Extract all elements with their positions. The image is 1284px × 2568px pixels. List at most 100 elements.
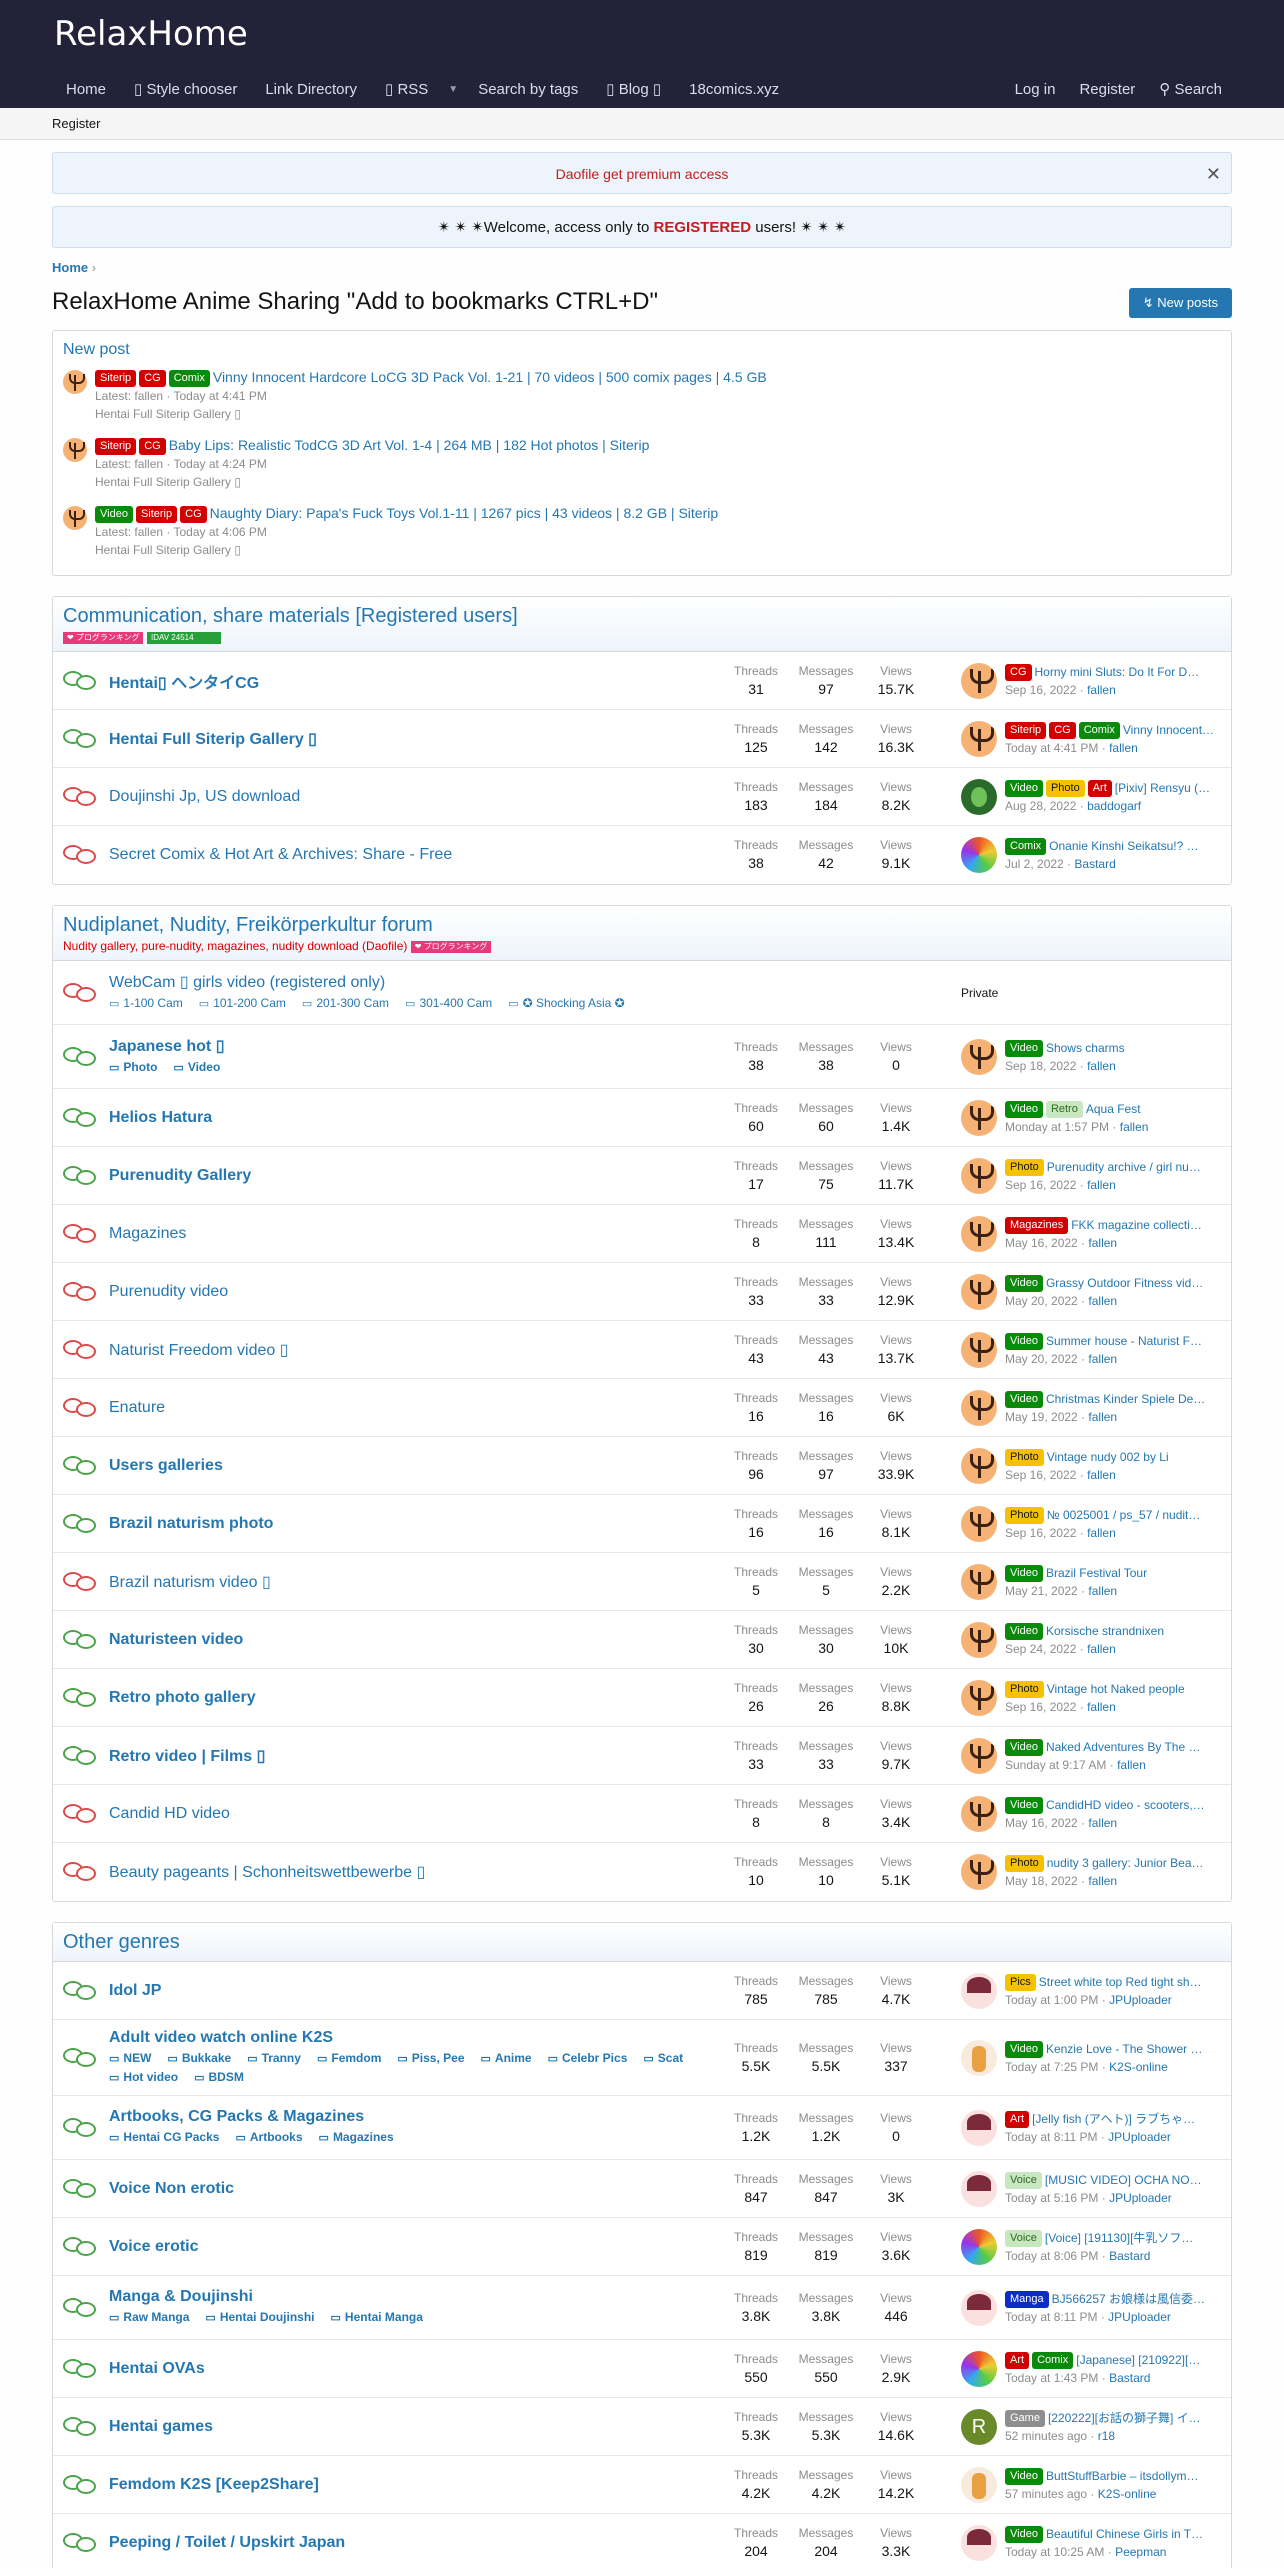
last-post-user[interactable]: fallen xyxy=(1117,1758,1146,1772)
prefix-label[interactable]: Game xyxy=(1005,2409,1045,2427)
nav-item[interactable]: Link Directory xyxy=(251,72,371,108)
last-post-date[interactable]: May 18, 2022 xyxy=(1005,1874,1078,1888)
avatar[interactable] xyxy=(961,1795,997,1832)
close-icon[interactable]: ✕ xyxy=(1206,153,1221,195)
avatar[interactable] xyxy=(961,2350,997,2387)
forum-title[interactable]: Voice erotic xyxy=(109,2238,721,2256)
forum-title[interactable]: WebCam ▯ girls video (registered only) xyxy=(109,972,961,992)
register-link[interactable]: Register xyxy=(1067,72,1147,108)
last-post-date[interactable]: May 20, 2022 xyxy=(1005,1352,1078,1366)
avatar[interactable] xyxy=(63,438,87,462)
last-post-title[interactable]: Summer house - Naturist F… xyxy=(1046,1334,1202,1348)
last-post-user[interactable]: fallen xyxy=(1088,1236,1117,1250)
subforum-link[interactable]: Piss, Pee xyxy=(397,2049,465,2068)
last-post-title[interactable]: Korsische strandnixen xyxy=(1046,1624,1164,1638)
avatar[interactable] xyxy=(961,1679,997,1716)
forum-title[interactable]: Helios Hatura xyxy=(109,1109,721,1127)
new-post-forum[interactable]: Hentai Full Siterip Gallery ▯ xyxy=(95,473,649,491)
prefix-label[interactable]: Voice xyxy=(1005,2171,1042,2189)
last-post-title[interactable]: CandidHD video - scooters,… xyxy=(1046,1798,1205,1812)
avatar[interactable] xyxy=(961,1505,997,1542)
subforum-link[interactable]: NEW xyxy=(109,2049,151,2068)
prefix-label[interactable]: Video xyxy=(1005,1274,1043,1292)
last-post-user[interactable]: JPUploader xyxy=(1108,2310,1171,2324)
avatar[interactable] xyxy=(961,2109,997,2146)
avatar[interactable] xyxy=(961,2525,997,2561)
last-post-date[interactable]: Sep 24, 2022 xyxy=(1005,1642,1076,1656)
nav-item[interactable]: ▯ RSS xyxy=(371,72,442,108)
subforum-link[interactable]: Hentai CG Packs xyxy=(109,2128,219,2147)
last-post-date[interactable]: Sunday at 9:17 AM xyxy=(1005,1758,1106,1772)
avatar[interactable] xyxy=(961,778,997,815)
last-post-title[interactable]: nudity 3 gallery: Junior Bea… xyxy=(1047,1856,1204,1870)
prefix-label[interactable]: Video xyxy=(1005,1738,1043,1756)
last-post-user[interactable]: fallen xyxy=(1088,1294,1117,1308)
last-post-date[interactable]: Jul 2, 2022 xyxy=(1005,857,1064,871)
last-post-user[interactable]: r18 xyxy=(1098,2429,1115,2443)
prefix-label[interactable]: CG xyxy=(180,506,207,523)
subforum-link[interactable]: Raw Manga xyxy=(109,2308,189,2327)
prefix-label[interactable]: Video xyxy=(95,506,133,523)
ranking-banner[interactable]: IDAV 24514 xyxy=(147,631,221,644)
prefix-label[interactable]: Pics xyxy=(1005,1973,1036,1991)
prefix-label[interactable]: Photo xyxy=(1005,1448,1044,1466)
last-post-title[interactable]: Purenudity archive / girl nu… xyxy=(1047,1160,1201,1174)
last-post-date[interactable]: Sep 18, 2022 xyxy=(1005,1059,1076,1073)
forum-title[interactable]: Candid HD video xyxy=(109,1805,721,1823)
last-post-title[interactable]: FKK magazine collecti… xyxy=(1071,1218,1202,1232)
last-post-title[interactable]: [MUSIC VIDEO] OCHA NO… xyxy=(1045,2173,1202,2187)
subforum-link[interactable]: Hentai Manga xyxy=(331,2308,423,2327)
new-post-forum[interactable]: Hentai Full Siterip Gallery ▯ xyxy=(95,541,718,559)
forum-title[interactable]: Purenudity Gallery xyxy=(109,1167,721,1185)
prefix-label[interactable]: Photo xyxy=(1005,1506,1044,1524)
last-post-date[interactable]: Sep 16, 2022 xyxy=(1005,1700,1076,1714)
last-post-user[interactable]: JPUploader xyxy=(1108,2130,1171,2144)
prefix-label[interactable]: CG xyxy=(139,370,166,387)
subforum-link[interactable]: Video xyxy=(173,1058,220,1077)
prefix-label[interactable]: Siterip xyxy=(95,438,137,455)
subforum-link[interactable]: Hot video xyxy=(109,2068,178,2087)
prefix-label[interactable]: Siterip xyxy=(135,506,178,523)
avatar[interactable] xyxy=(961,2289,997,2326)
last-post-user[interactable]: fallen xyxy=(1109,741,1138,755)
forum-title[interactable]: Users galleries xyxy=(109,1457,721,1475)
prefix-label[interactable]: Photo xyxy=(1005,1158,1044,1176)
avatar[interactable] xyxy=(961,2170,997,2207)
last-post-date[interactable]: May 19, 2022 xyxy=(1005,1410,1078,1424)
avatar[interactable] xyxy=(961,2039,997,2076)
last-post-title[interactable]: Brazil Festival Tour xyxy=(1046,1566,1147,1580)
premium-link[interactable]: Daofile get premium access xyxy=(556,166,729,182)
subforum-link[interactable]: Magazines xyxy=(319,2128,394,2147)
subforum-link[interactable]: 1-100 Cam xyxy=(109,994,182,1013)
last-post-date[interactable]: Today at 1:43 PM xyxy=(1005,2371,1098,2385)
last-post-title[interactable]: BJ566257 お娘様は風信委… xyxy=(1052,2292,1205,2306)
nav-item[interactable]: ▯ Style chooser xyxy=(120,72,251,108)
avatar[interactable] xyxy=(961,1331,997,1368)
last-post-date[interactable]: May 21, 2022 xyxy=(1005,1584,1078,1598)
forum-title[interactable]: Hentai OVAs xyxy=(109,2360,721,2378)
forum-title[interactable]: Retro photo gallery xyxy=(109,1689,721,1707)
last-post-user[interactable]: baddogarf xyxy=(1087,799,1141,813)
prefix-label[interactable]: Comix xyxy=(1005,838,1047,855)
last-post-title[interactable]: Christmas Kinder Spiele De… xyxy=(1046,1392,1205,1406)
subforum-link[interactable]: 301-400 Cam xyxy=(405,994,492,1013)
new-posts-button[interactable]: ↯ New posts xyxy=(1128,288,1232,318)
last-post-title[interactable]: Horny mini Sluts: Do It For D… xyxy=(1035,665,1200,679)
last-post-title[interactable]: Shows charms xyxy=(1046,1041,1125,1055)
avatar[interactable] xyxy=(961,1447,997,1484)
last-post-date[interactable]: 52 minutes ago xyxy=(1005,2429,1087,2443)
new-post-title[interactable]: Baby Lips: Realistic TodCG 3D Art Vol. 1… xyxy=(169,437,650,453)
avatar[interactable] xyxy=(961,1215,997,1252)
last-post-date[interactable]: Aug 28, 2022 xyxy=(1005,799,1076,813)
nav-item[interactable]: 18comics.xyz xyxy=(675,72,793,108)
avatar[interactable] xyxy=(961,1854,997,1890)
last-post-user[interactable]: Peepman xyxy=(1115,2545,1166,2559)
prefix-label[interactable]: CG xyxy=(1049,721,1076,739)
last-post-title[interactable]: Grassy Outdoor Fitness vid… xyxy=(1046,1276,1203,1290)
login-link[interactable]: Log in xyxy=(1003,72,1068,108)
category-title[interactable]: Other genres xyxy=(63,1929,1221,1955)
prefix-label[interactable]: Photo xyxy=(1045,779,1085,797)
subforum-link[interactable]: Scat xyxy=(643,2049,683,2068)
avatar[interactable] xyxy=(63,506,87,530)
prefix-label[interactable]: Video xyxy=(1005,1564,1043,1582)
